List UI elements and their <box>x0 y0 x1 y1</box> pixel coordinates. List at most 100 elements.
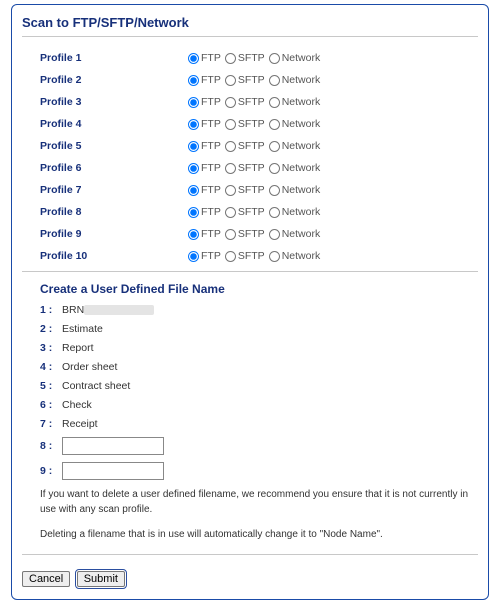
radio-option-network[interactable]: Network <box>269 162 321 174</box>
filename-input[interactable] <box>62 437 164 455</box>
radio-option-sftp[interactable]: SFTP <box>225 162 265 174</box>
radio-label: Network <box>282 250 321 262</box>
button-bar: Cancel Submit <box>22 569 478 587</box>
radio-label: FTP <box>201 250 221 262</box>
filename-row: 4 :Order sheet <box>40 361 478 373</box>
radio-option-ftp[interactable]: FTP <box>188 52 221 64</box>
profile-row: Profile 10FTPSFTPNetwork <box>40 245 478 267</box>
radio-input[interactable] <box>188 119 199 130</box>
radio-input[interactable] <box>225 141 236 152</box>
radio-option-network[interactable]: Network <box>269 228 321 240</box>
radio-option-network[interactable]: Network <box>269 206 321 218</box>
filename-row: 6 :Check <box>40 399 478 411</box>
filename-value: Estimate <box>62 323 103 335</box>
radio-input[interactable] <box>188 141 199 152</box>
radio-input[interactable] <box>269 185 280 196</box>
radio-input[interactable] <box>225 185 236 196</box>
radio-label: SFTP <box>238 250 265 262</box>
radio-label: FTP <box>201 118 221 130</box>
radio-input[interactable] <box>225 229 236 240</box>
radio-input[interactable] <box>188 163 199 174</box>
radio-input[interactable] <box>269 251 280 262</box>
radio-input[interactable] <box>269 207 280 218</box>
profile-label: Profile 9 <box>40 228 188 240</box>
divider <box>22 36 478 37</box>
radio-option-sftp[interactable]: SFTP <box>225 52 265 64</box>
filename-value: Check <box>62 399 92 411</box>
radio-input[interactable] <box>269 97 280 108</box>
profile-label: Profile 2 <box>40 74 188 86</box>
radio-option-sftp[interactable]: SFTP <box>225 118 265 130</box>
cancel-button[interactable]: Cancel <box>22 571 70 587</box>
radio-input[interactable] <box>225 207 236 218</box>
profile-label: Profile 4 <box>40 118 188 130</box>
radio-input[interactable] <box>269 229 280 240</box>
radio-label: SFTP <box>238 162 265 174</box>
profile-row: Profile 6FTPSFTPNetwork <box>40 157 478 179</box>
radio-option-network[interactable]: Network <box>269 184 321 196</box>
radio-label: FTP <box>201 206 221 218</box>
filename-index: 3 : <box>40 342 62 354</box>
radio-input[interactable] <box>269 163 280 174</box>
radio-option-ftp[interactable]: FTP <box>188 184 221 196</box>
radio-label: FTP <box>201 52 221 64</box>
radio-input[interactable] <box>188 97 199 108</box>
radio-label: Network <box>282 52 321 64</box>
radio-input[interactable] <box>269 75 280 86</box>
radio-input[interactable] <box>225 119 236 130</box>
filename-input[interactable] <box>62 462 164 480</box>
radio-option-network[interactable]: Network <box>269 118 321 130</box>
radio-option-network[interactable]: Network <box>269 96 321 108</box>
radio-option-network[interactable]: Network <box>269 140 321 152</box>
radio-input[interactable] <box>225 163 236 174</box>
radio-input[interactable] <box>225 75 236 86</box>
radio-option-sftp[interactable]: SFTP <box>225 184 265 196</box>
radio-input[interactable] <box>225 53 236 64</box>
filename-index: 2 : <box>40 323 62 335</box>
filename-row: 9 : <box>40 462 478 480</box>
radio-label: Network <box>282 162 321 174</box>
radio-label: Network <box>282 184 321 196</box>
profile-row: Profile 5FTPSFTPNetwork <box>40 135 478 157</box>
radio-option-ftp[interactable]: FTP <box>188 96 221 108</box>
radio-option-sftp[interactable]: SFTP <box>225 140 265 152</box>
radio-input[interactable] <box>269 53 280 64</box>
radio-label: Network <box>282 74 321 86</box>
filename-row: 5 :Contract sheet <box>40 380 478 392</box>
radio-option-network[interactable]: Network <box>269 52 321 64</box>
radio-option-sftp[interactable]: SFTP <box>225 206 265 218</box>
radio-input[interactable] <box>225 97 236 108</box>
radio-option-ftp[interactable]: FTP <box>188 118 221 130</box>
radio-option-ftp[interactable]: FTP <box>188 74 221 86</box>
radio-option-ftp[interactable]: FTP <box>188 206 221 218</box>
radio-option-ftp[interactable]: FTP <box>188 140 221 152</box>
radio-option-ftp[interactable]: FTP <box>188 250 221 262</box>
radio-option-sftp[interactable]: SFTP <box>225 228 265 240</box>
radio-option-sftp[interactable]: SFTP <box>225 96 265 108</box>
radio-label: FTP <box>201 162 221 174</box>
radio-input[interactable] <box>188 251 199 262</box>
radio-option-ftp[interactable]: FTP <box>188 162 221 174</box>
filename-value: BRN <box>62 304 84 316</box>
radio-input[interactable] <box>269 141 280 152</box>
radio-option-network[interactable]: Network <box>269 250 321 262</box>
radio-input[interactable] <box>225 251 236 262</box>
page-title: Scan to FTP/SFTP/Network <box>22 15 478 30</box>
submit-button[interactable]: Submit <box>77 571 125 587</box>
radio-input[interactable] <box>188 185 199 196</box>
radio-input[interactable] <box>269 119 280 130</box>
radio-label: FTP <box>201 74 221 86</box>
filename-value: Receipt <box>62 418 98 430</box>
filename-value: Order sheet <box>62 361 117 373</box>
filename-index: 4 : <box>40 361 62 373</box>
radio-option-ftp[interactable]: FTP <box>188 228 221 240</box>
radio-option-sftp[interactable]: SFTP <box>225 74 265 86</box>
radio-input[interactable] <box>188 207 199 218</box>
filename-row: 3 :Report <box>40 342 478 354</box>
radio-input[interactable] <box>188 53 199 64</box>
radio-label: Network <box>282 140 321 152</box>
radio-option-network[interactable]: Network <box>269 74 321 86</box>
radio-option-sftp[interactable]: SFTP <box>225 250 265 262</box>
radio-input[interactable] <box>188 75 199 86</box>
radio-input[interactable] <box>188 229 199 240</box>
